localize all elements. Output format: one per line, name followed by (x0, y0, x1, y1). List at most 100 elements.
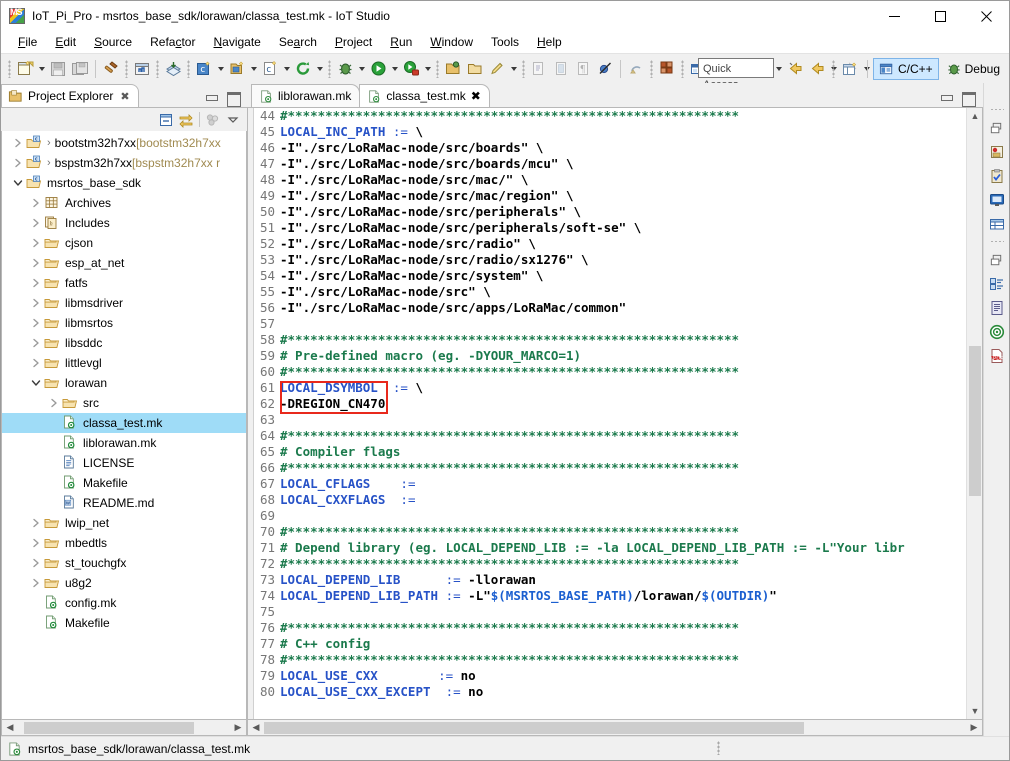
back-button[interactable] (806, 58, 828, 80)
menu-window[interactable]: Window (421, 33, 482, 51)
tree-item-libsddc[interactable]: libsddc (2, 333, 246, 353)
chevron-right-icon[interactable] (28, 553, 44, 573)
code-line[interactable]: 63 (254, 412, 966, 428)
code-line[interactable]: 62-DREGION_CN470 (254, 396, 966, 412)
code-line[interactable]: 75 (254, 604, 966, 620)
document-view-button[interactable] (986, 297, 1008, 319)
new-c-class-dropdown-arrow[interactable] (248, 58, 259, 80)
debug-dropdown-arrow[interactable] (356, 58, 367, 80)
toolbar-grip[interactable] (8, 60, 11, 78)
chevron-right-icon[interactable] (28, 193, 44, 213)
save-all-button[interactable] (69, 58, 91, 80)
breakpoints-view-button[interactable] (986, 141, 1008, 163)
pdf-view-button[interactable]: PDF (986, 345, 1008, 367)
chevron-right-icon[interactable] (28, 573, 44, 593)
tree-item-makefile[interactable]: Makefile (2, 473, 246, 493)
tree-item-config-mk[interactable]: config.mk (2, 593, 246, 613)
new-c-project-button[interactable]: c (193, 58, 215, 80)
editor-hscrollbar[interactable]: ◀ ▶ (247, 720, 983, 736)
chevron-right-icon[interactable] (28, 533, 44, 553)
code-line[interactable]: 52-I"./src/LoRaMac-node/src/radio" \ (254, 236, 966, 252)
tree-item-cjson[interactable]: cjson (2, 233, 246, 253)
code-line[interactable]: 80LOCAL_USE_CXX_EXCEPT := no (254, 684, 966, 700)
perspective-grip[interactable] (832, 60, 835, 78)
code-line[interactable]: 74LOCAL_DEPEND_LIB_PATH := -L"$(MSRTOS_B… (254, 588, 966, 604)
target-view-button[interactable] (986, 321, 1008, 343)
refresh-button[interactable] (292, 58, 314, 80)
restore-view-button-2[interactable] (986, 249, 1008, 271)
skip-breakpoints-button[interactable] (594, 58, 616, 80)
hscroll-thumb-editor[interactable] (264, 722, 804, 734)
link-with-editor-button[interactable] (176, 110, 196, 130)
code-line[interactable]: 57 (254, 316, 966, 332)
code-line[interactable]: 44#*************************************… (254, 108, 966, 124)
code-line[interactable]: 71# Depend library (eg. LOCAL_DEPEND_LIB… (254, 540, 966, 556)
save-button[interactable] (47, 58, 69, 80)
tree-item-readme-md[interactable]: wREADME.md (2, 493, 246, 513)
code-line[interactable]: 64#*************************************… (254, 428, 966, 444)
chevron-right-icon[interactable] (28, 313, 44, 333)
chevron-right-icon[interactable] (28, 253, 44, 273)
quick-access-input[interactable]: Quick Access (698, 58, 774, 78)
tab-close-icon[interactable]: ✖ (471, 89, 481, 103)
code-line[interactable]: 50-I"./src/LoRaMac-node/src/peripherals"… (254, 204, 966, 220)
code-line[interactable]: 48-I"./src/LoRaMac-node/src/mac/" \ (254, 172, 966, 188)
tab-project-explorer[interactable]: Project Explorer ✖ (1, 84, 139, 107)
run-external-dropdown-arrow[interactable] (422, 58, 433, 80)
hscroll-track-explorer[interactable] (18, 721, 230, 735)
tree-item-msrtos-base-sdk[interactable]: cmsrtos_base_sdk (2, 173, 246, 193)
code-line[interactable]: 72#*************************************… (254, 556, 966, 572)
menu-search[interactable]: Search (270, 33, 326, 51)
tree-item-classa-test-mk[interactable]: classa_test.mk (2, 413, 246, 433)
code-viewport[interactable]: 44#*************************************… (254, 108, 966, 719)
tree-item-fatfs[interactable]: fatfs (2, 273, 246, 293)
chevron-right-icon[interactable] (28, 273, 44, 293)
code-line[interactable]: 60#*************************************… (254, 364, 966, 380)
tasks-view-button[interactable] (986, 165, 1008, 187)
properties-view-button[interactable] (986, 213, 1008, 235)
maximize-button[interactable] (917, 1, 963, 31)
tree-item-lwip-net[interactable]: lwip_net (2, 513, 246, 533)
editor-scroll-right-arrow-icon[interactable]: ▶ (966, 721, 982, 735)
toolbar-grip-8[interactable] (650, 60, 653, 78)
code-line[interactable]: 77# C++ config (254, 636, 966, 652)
tree-item-bspstm32h7xx[interactable]: c›bspstm32h7xx [bspstm32h7xx r (2, 153, 246, 173)
menu-tools[interactable]: Tools (482, 33, 528, 51)
tab-classa-test-mk[interactable]: classa_test.mk ✖ (359, 84, 489, 107)
chevron-down-icon[interactable] (28, 373, 44, 393)
console-view-button[interactable] (986, 189, 1008, 211)
scroll-left-arrow-icon[interactable]: ◀ (2, 721, 18, 735)
scroll-up-arrow-icon[interactable]: ▲ (967, 108, 983, 124)
toolbar-grip-9[interactable] (681, 60, 684, 78)
open-resource-button[interactable] (442, 58, 464, 80)
export-dropdown-arrow[interactable] (773, 58, 784, 80)
pencil-dropdown-arrow[interactable] (508, 58, 519, 80)
paragraph-marks-button[interactable]: ¶ (572, 58, 594, 80)
code-line[interactable]: 61LOCAL_DSYMBOL := \ (254, 380, 966, 396)
code-line[interactable]: 79LOCAL_USE_CXX := no (254, 668, 966, 684)
menu-edit[interactable]: Edit (46, 33, 85, 51)
code-line[interactable]: 66#*************************************… (254, 460, 966, 476)
project-explorer-hscrollbar[interactable]: ◀ ▶ (1, 720, 247, 736)
open-perspective-button[interactable] (840, 58, 862, 80)
chevron-right-icon[interactable] (28, 353, 44, 373)
toolbar-grip-6[interactable] (436, 60, 439, 78)
toolbar-grip-4[interactable] (187, 60, 190, 78)
scroll-right-arrow-icon[interactable]: ▶ (230, 721, 246, 735)
code-line[interactable]: 56-I"./src/LoRaMac-node/src/apps/LoRaMac… (254, 300, 966, 316)
restore-view-button[interactable] (986, 117, 1008, 139)
chevron-right-icon[interactable] (28, 213, 44, 233)
tree-item-lorawan[interactable]: lorawan (2, 373, 246, 393)
toggle-block-selection-button[interactable] (656, 58, 678, 80)
maximize-editor-button[interactable] (961, 91, 975, 104)
minimize-view-button[interactable] (204, 91, 218, 104)
chevron-right-icon[interactable] (10, 133, 26, 153)
chevron-right-icon[interactable] (28, 233, 44, 253)
build-all-button[interactable] (131, 58, 153, 80)
maximize-view-button[interactable] (226, 91, 240, 104)
tree-item-bootstm32h7xx[interactable]: c›bootstm32h7xx [bootstm32h7xx (2, 133, 246, 153)
tab-liblorawan-mk[interactable]: liblorawan.mk (251, 84, 360, 107)
tree-item-littlevgl[interactable]: littlevgl (2, 353, 246, 373)
tree-item-esp-at-net[interactable]: esp_at_net (2, 253, 246, 273)
tree-item-src[interactable]: src (2, 393, 246, 413)
